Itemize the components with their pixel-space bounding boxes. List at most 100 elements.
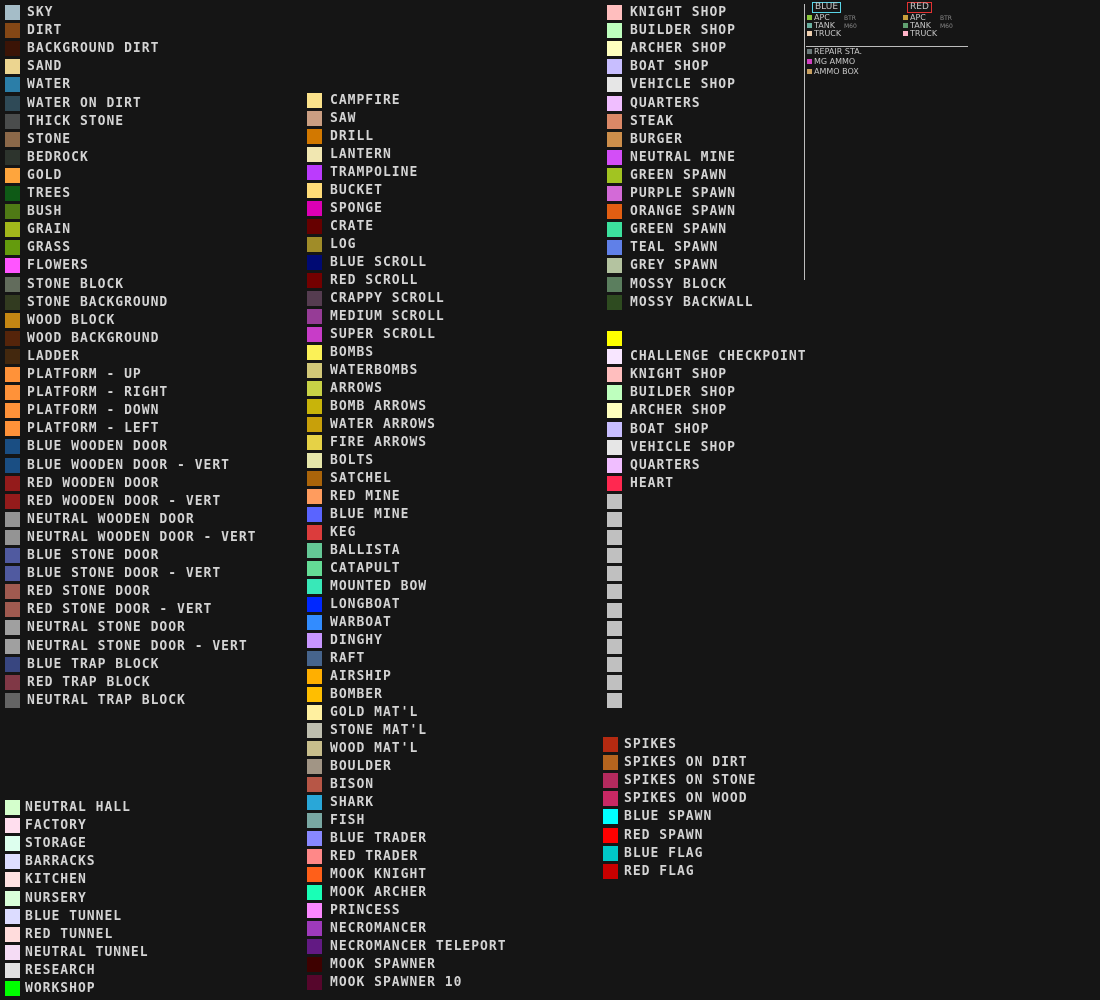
color-swatch bbox=[307, 345, 322, 360]
color-swatch bbox=[307, 975, 322, 990]
blue-team-header: BLUE bbox=[812, 2, 842, 13]
color-swatch bbox=[5, 476, 20, 491]
color-swatch bbox=[607, 204, 622, 219]
swatch-label: NEUTRAL TUNNEL bbox=[25, 945, 149, 960]
swatch-label: GOLD bbox=[27, 168, 63, 183]
legend-swatch bbox=[903, 23, 908, 28]
color-swatch bbox=[607, 186, 622, 201]
color-swatch bbox=[5, 59, 20, 74]
color-swatch bbox=[5, 872, 20, 887]
legend-swatch bbox=[807, 59, 812, 64]
swatch-label: MOSSY BACKWALL bbox=[630, 295, 754, 310]
color-swatch bbox=[307, 543, 322, 558]
swatch-label: ARROWS bbox=[330, 381, 383, 396]
swatch-label: BOAT SHOP bbox=[630, 422, 710, 437]
swatch-label: GREEN SPAWN bbox=[630, 168, 728, 183]
color-swatch bbox=[307, 903, 322, 918]
swatch-label: TREES bbox=[27, 186, 72, 201]
legend-label: TRUCK bbox=[814, 29, 842, 38]
swatch-label: RED MINE bbox=[330, 489, 401, 504]
swatch-label: KNIGHT SHOP bbox=[630, 367, 728, 382]
color-swatch bbox=[307, 813, 322, 828]
color-swatch bbox=[307, 417, 322, 432]
swatch-label: SPIKES ON DIRT bbox=[624, 755, 748, 770]
swatch-label: BUSH bbox=[27, 204, 63, 219]
color-swatch bbox=[307, 525, 322, 540]
swatch-label: RED WOODEN DOOR bbox=[27, 476, 160, 491]
color-swatch bbox=[607, 530, 622, 545]
swatch-label: NEUTRAL WOODEN DOOR - VERT bbox=[27, 530, 257, 545]
color-swatch bbox=[307, 183, 322, 198]
swatch-label: STONE bbox=[27, 132, 72, 147]
swatch-label: BALLISTA bbox=[330, 543, 401, 558]
color-swatch bbox=[607, 96, 622, 111]
swatch-label: WOOD BACKGROUND bbox=[27, 331, 160, 346]
color-swatch bbox=[307, 309, 322, 324]
swatch-label: RED TRADER bbox=[330, 849, 419, 864]
color-swatch bbox=[307, 471, 322, 486]
legend-swatch bbox=[903, 15, 908, 20]
color-swatch bbox=[307, 723, 322, 738]
swatch-label: GOLD MAT'L bbox=[330, 705, 419, 720]
color-swatch bbox=[5, 639, 20, 654]
swatch-label: BACKGROUND DIRT bbox=[27, 41, 160, 56]
swatch-label: GREY SPAWN bbox=[630, 258, 719, 273]
swatch-label: BLUE TRADER bbox=[330, 831, 428, 846]
swatch-label: PLATFORM - UP bbox=[27, 367, 142, 382]
color-swatch bbox=[307, 633, 322, 648]
swatch-label: BLUE WOODEN DOOR - VERT bbox=[27, 458, 231, 473]
color-swatch bbox=[603, 828, 618, 843]
swatch-label: GREEN SPAWN bbox=[630, 222, 728, 237]
swatch-label: DINGHY bbox=[330, 633, 383, 648]
color-swatch bbox=[607, 657, 622, 672]
swatch-label: KEG bbox=[330, 525, 357, 540]
color-swatch bbox=[307, 741, 322, 756]
swatch-label: RED TUNNEL bbox=[25, 927, 114, 942]
color-swatch bbox=[5, 349, 20, 364]
color-swatch bbox=[603, 864, 618, 879]
swatch-label: WOOD BLOCK bbox=[27, 313, 116, 328]
swatch-label: WORKSHOP bbox=[25, 981, 96, 996]
swatch-label: MOOK ARCHER bbox=[330, 885, 428, 900]
swatch-label: QUARTERS bbox=[630, 96, 701, 111]
swatch-label: KNIGHT SHOP bbox=[630, 5, 728, 20]
swatch-label: ORANGE SPAWN bbox=[630, 204, 736, 219]
color-swatch bbox=[307, 255, 322, 270]
swatch-label: WATER ARROWS bbox=[330, 417, 436, 432]
color-swatch bbox=[603, 809, 618, 824]
color-swatch bbox=[607, 440, 622, 455]
swatch-label: SPONGE bbox=[330, 201, 383, 216]
legend-label: AMMO BOX bbox=[814, 67, 859, 76]
swatch-label: BEDROCK bbox=[27, 150, 89, 165]
color-swatch bbox=[5, 981, 20, 996]
color-swatch bbox=[607, 168, 622, 183]
color-swatch bbox=[5, 657, 20, 672]
color-swatch bbox=[307, 561, 322, 576]
color-swatch bbox=[5, 240, 20, 255]
swatch-label: STONE MAT'L bbox=[330, 723, 428, 738]
color-swatch bbox=[307, 273, 322, 288]
swatch-label: RED WOODEN DOOR - VERT bbox=[27, 494, 222, 509]
color-swatch bbox=[607, 331, 622, 346]
swatch-label: PLATFORM - DOWN bbox=[27, 403, 160, 418]
swatch-label: NECROMANCER bbox=[330, 921, 428, 936]
swatch-label: RED TRAP BLOCK bbox=[27, 675, 151, 690]
color-swatch bbox=[307, 831, 322, 846]
swatch-label: BLUE MINE bbox=[330, 507, 410, 522]
swatch-label: LADDER bbox=[27, 349, 80, 364]
swatch-label: QUARTERS bbox=[630, 458, 701, 473]
color-swatch bbox=[607, 240, 622, 255]
swatch-label: BUILDER SHOP bbox=[630, 385, 736, 400]
swatch-label: ARCHER SHOP bbox=[630, 41, 728, 56]
swatch-label: NEUTRAL STONE DOOR bbox=[27, 620, 186, 635]
color-swatch bbox=[5, 114, 20, 129]
legend-swatch bbox=[807, 15, 812, 20]
swatch-label: STORAGE bbox=[25, 836, 87, 851]
color-swatch bbox=[5, 693, 20, 708]
legend-sublabel: BTR bbox=[940, 15, 952, 22]
swatch-label: BOMBER bbox=[330, 687, 383, 702]
color-swatch bbox=[603, 737, 618, 752]
legend-swatch bbox=[807, 23, 812, 28]
color-swatch bbox=[5, 818, 20, 833]
swatch-label: KITCHEN bbox=[25, 872, 87, 887]
